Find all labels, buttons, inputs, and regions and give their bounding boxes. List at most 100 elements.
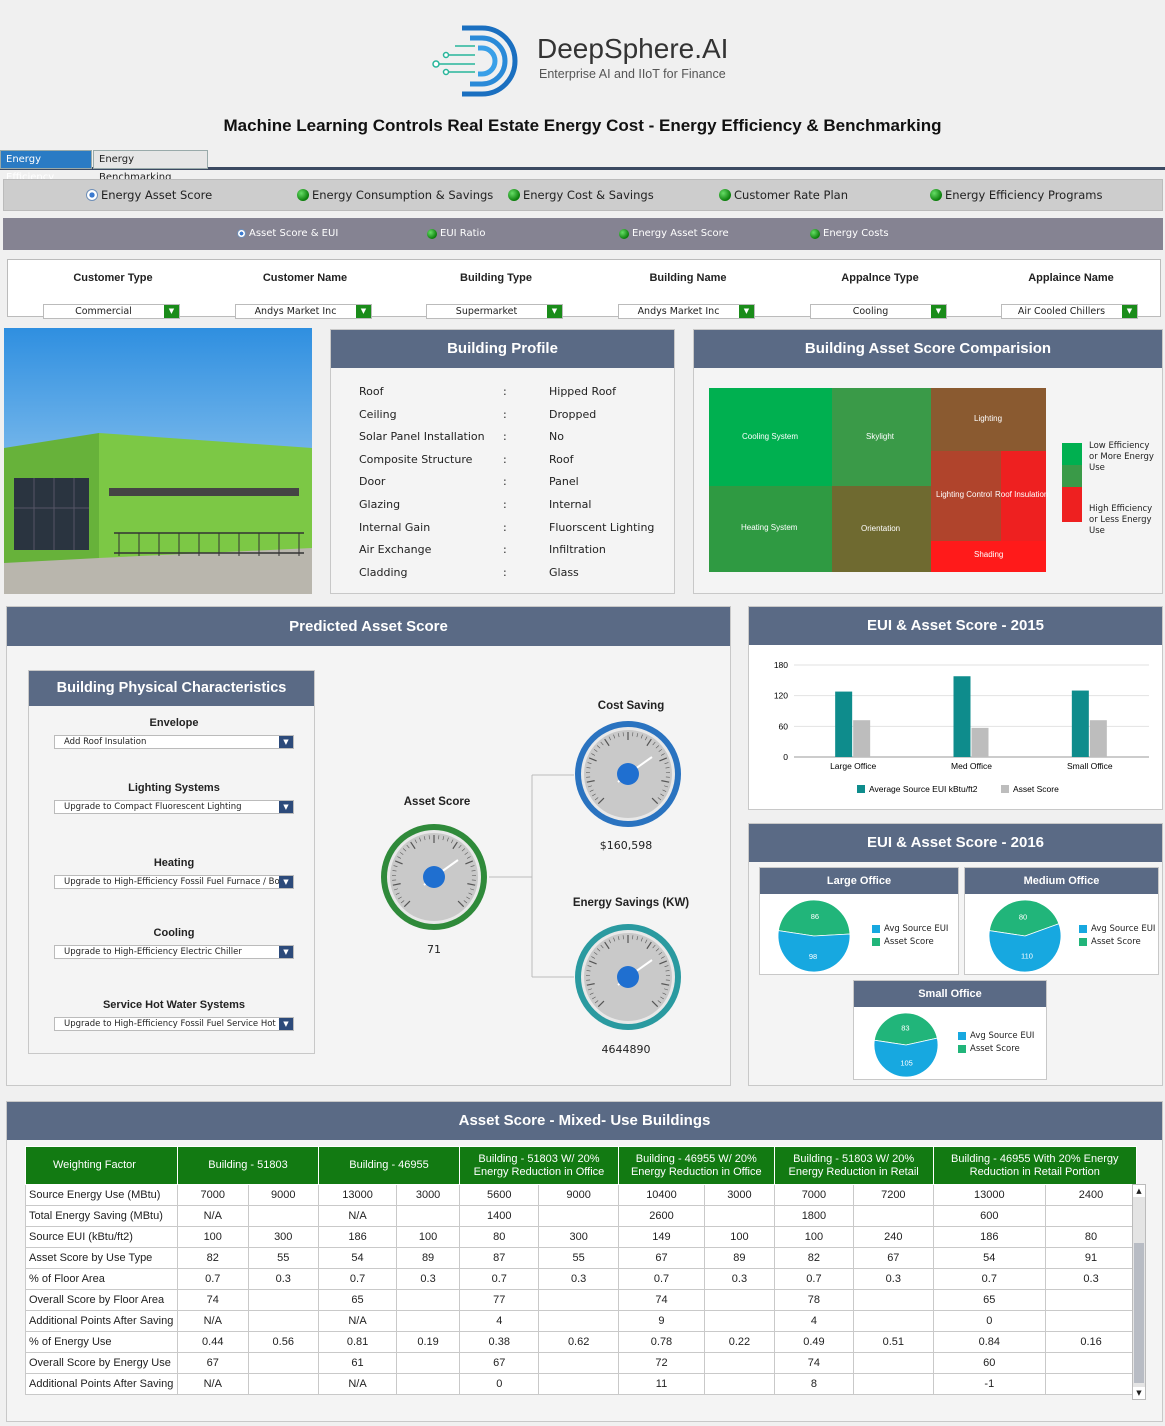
chevron-down-icon[interactable]: ▼	[279, 946, 293, 958]
appliance-name-select[interactable]: Air Cooled Chillers ▼	[1001, 304, 1138, 319]
brand-name: DeepSphere.AI	[537, 33, 729, 64]
legend-swatch	[1079, 938, 1087, 946]
table-cell: 65	[317, 1289, 398, 1311]
table-cell: Overall Score by Energy Use	[25, 1352, 178, 1374]
pie-label: 80	[1019, 912, 1027, 921]
treemap-chart: Cooling System Skylight Lighting Heating…	[709, 388, 1082, 572]
heating-select[interactable]: Upgrade to High-Efficiency Fossil Fuel F…	[54, 875, 294, 889]
building-characteristics-panel: Building Physical Characteristics Envelo…	[28, 670, 315, 1054]
pie-chart: 86 98	[777, 899, 851, 973]
chevron-down-icon[interactable]: ▼	[931, 305, 946, 318]
legend-swatch	[857, 785, 865, 793]
tab-energy-efficiency[interactable]: Energy Efficiency	[0, 150, 92, 183]
chevron-down-icon[interactable]: ▼	[279, 801, 293, 813]
customer-type-select[interactable]: Commercial ▼	[43, 304, 180, 319]
nav-efficiency-programs[interactable]: Energy Efficiency Programs	[930, 188, 1102, 202]
table-cell: 0.16	[1045, 1331, 1137, 1353]
subnav-asset-score-eui[interactable]: Asset Score & EUI	[237, 228, 338, 239]
table-row: Source EUI (kBtu/ft2) 100 300 186 100 80 300 14…	[25, 1226, 1137, 1248]
profile-key: Ceiling	[359, 407, 397, 421]
legend-swatch	[1062, 487, 1082, 522]
table-cell: N/A	[177, 1373, 249, 1395]
table-cell: 55	[538, 1247, 619, 1269]
chevron-down-icon[interactable]: ▼	[356, 305, 371, 318]
table-row: Asset Score by Use Type 82 55 54 89 87 55 67 89 8…	[25, 1247, 1137, 1269]
treemap-label: Skylight	[866, 432, 895, 441]
profile-key: Cladding	[359, 565, 408, 579]
y-tick-label: 0	[783, 752, 788, 762]
table-cell: 78	[773, 1289, 855, 1311]
scroll-up-icon[interactable]: ▲	[1133, 1185, 1145, 1197]
table-cell: 0.7	[177, 1268, 249, 1290]
select-value: Andys Market Inc	[637, 306, 720, 317]
nav-energy-consumption[interactable]: Energy Consumption & Savings	[297, 188, 493, 202]
chevron-down-icon[interactable]: ▼	[1122, 305, 1137, 318]
pie-title: Small Office	[854, 981, 1046, 1007]
filter-label: Customer Name	[262, 272, 348, 284]
cooling-select[interactable]: Upgrade to High-Efficiency Electric Chil…	[54, 945, 294, 959]
profile-key: Door	[359, 475, 386, 489]
table-cell: 8	[773, 1373, 855, 1395]
legend-swatch	[1062, 465, 1082, 487]
chevron-down-icon[interactable]: ▼	[739, 305, 754, 318]
chevron-down-icon[interactable]: ▼	[164, 305, 179, 318]
nav-energy-asset-score[interactable]: Energy Asset Score	[86, 188, 212, 202]
chevron-down-icon[interactable]: ▼	[547, 305, 562, 318]
table-cell: 0.7	[617, 1268, 706, 1290]
filter-appliance-type: Appalnce Type Cooling ▼	[810, 272, 950, 319]
profile-sep: :	[503, 407, 507, 421]
scroll-thumb[interactable]	[1134, 1243, 1144, 1383]
building-type-select[interactable]: Supermarket ▼	[426, 304, 563, 319]
table-cell: 82	[177, 1247, 249, 1269]
table-cell: 0.3	[396, 1268, 461, 1290]
table-cell	[853, 1310, 934, 1332]
table-cell: 74	[617, 1289, 706, 1311]
table-cell: 3000	[704, 1184, 775, 1206]
subnav-energy-costs[interactable]: Energy Costs	[810, 228, 889, 239]
logo: DeepSphere.AI Enterprise AI and IIoT for…	[0, 0, 1165, 110]
table-cell: N/A	[317, 1373, 398, 1395]
column-header: Building - 51803 W/ 20% Energy Reduction…	[459, 1146, 619, 1185]
pie-title: Medium Office	[965, 868, 1158, 894]
table-cell: 72	[617, 1352, 706, 1374]
brand-tagline: Enterprise AI and IIoT for Finance	[539, 67, 726, 81]
customer-name-select[interactable]: Andys Market Inc ▼	[235, 304, 372, 319]
table-cell: 0.38	[459, 1331, 540, 1353]
table-cell: N/A	[177, 1310, 249, 1332]
building-image-icon	[4, 328, 312, 594]
table-cell: 0.3	[247, 1268, 319, 1290]
appliance-type-select[interactable]: Cooling ▼	[810, 304, 947, 319]
building-name-select[interactable]: Andys Market Inc ▼	[618, 304, 755, 319]
table-cell: 5600	[459, 1184, 540, 1206]
eui-2016-panel: EUI & Asset Score - 2016 Large Office 86…	[748, 823, 1163, 1086]
table-cell: 67	[459, 1352, 540, 1374]
subnav-eui-ratio[interactable]: EUI Ratio	[427, 228, 485, 239]
x-tick-label: Small Office	[1067, 761, 1113, 771]
bar	[971, 727, 989, 757]
select-value: Upgrade to Compact Fluorescent Lighting	[64, 802, 242, 812]
table-cell: 11	[617, 1373, 706, 1395]
table-cell: 77	[459, 1289, 540, 1311]
nav-energy-cost[interactable]: Energy Cost & Savings	[508, 188, 654, 202]
subnav-energy-asset-score[interactable]: Energy Asset Score	[619, 228, 729, 239]
table-scrollbar[interactable]: ▲ ▼	[1132, 1184, 1146, 1400]
subnav-label: Energy Asset Score	[632, 228, 729, 239]
treemap-label: Shading	[974, 550, 1003, 559]
tab-energy-benchmarking[interactable]: Energy Benchmarking	[93, 150, 208, 183]
column-header: Building - 46955	[317, 1146, 461, 1185]
pie-medium-office: Medium Office 80 110 Avg Source EUI Asset…	[964, 867, 1159, 975]
table-cell: 0	[459, 1373, 540, 1395]
mixed-use-table-panel: Asset Score - Mixed- Use Buildings Weigh…	[6, 1101, 1163, 1422]
nav-customer-rate-plan[interactable]: Customer Rate Plan	[719, 188, 848, 202]
chevron-down-icon[interactable]: ▼	[279, 1018, 293, 1030]
hot-water-select[interactable]: Upgrade to High-Efficiency Fossil Fuel S…	[54, 1017, 294, 1031]
profile-sep: :	[503, 430, 507, 444]
envelope-select[interactable]: Add Roof Insulation ▼	[54, 735, 294, 749]
table-cell: Source Energy Use (MBtu)	[25, 1184, 178, 1206]
table-row: Overall Score by Energy Use 67 61 67 72 74 60	[25, 1352, 1137, 1374]
lighting-select[interactable]: Upgrade to Compact Fluorescent Lighting ▼	[54, 800, 294, 814]
chevron-down-icon[interactable]: ▼	[279, 736, 293, 748]
chevron-down-icon[interactable]: ▼	[279, 876, 293, 888]
bar	[853, 720, 871, 757]
scroll-down-icon[interactable]: ▼	[1133, 1387, 1145, 1399]
